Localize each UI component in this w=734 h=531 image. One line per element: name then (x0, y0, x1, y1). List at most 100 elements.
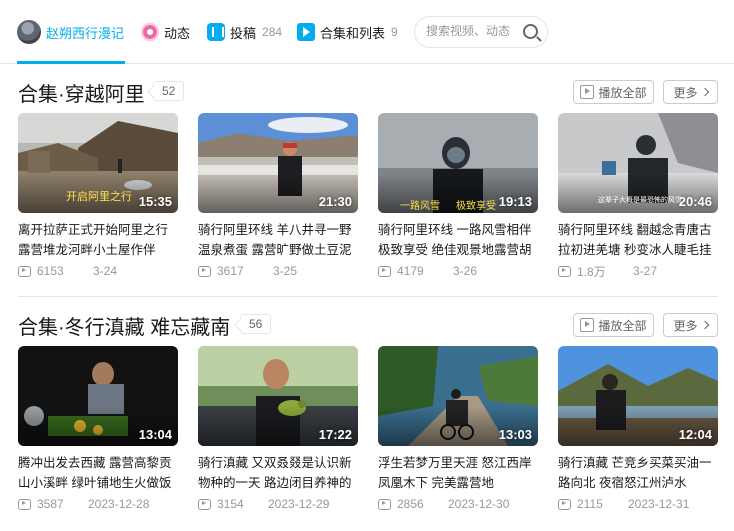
views-icon (378, 265, 391, 277)
video-meta: 3587 2023-12-28 (18, 496, 178, 512)
view-count: 2115 (577, 497, 603, 511)
video-duration: 15:35 (138, 194, 172, 209)
video-title[interactable]: 骑行滇藏 又双叒叕是认识新物种的一天 路边闭目养神的小鸟 (198, 453, 358, 493)
chevron-right-icon (700, 87, 709, 97)
section-count-badge: 52 (153, 81, 185, 101)
play-all-label: 播放全部 (598, 318, 647, 333)
nav-active-indicator (17, 61, 125, 64)
video-duration: 12:04 (678, 427, 712, 442)
nav-collections-count: 9 (391, 25, 398, 39)
view-count: 3587 (37, 497, 64, 511)
views-icon (198, 265, 211, 277)
video-meta: 3154 2023-12-29 (198, 496, 358, 512)
video-meta: 3617 3-25 (198, 263, 358, 279)
video-meta: 4179 3-26 (378, 263, 538, 279)
more-label: 更多 (673, 85, 698, 100)
view-count: 6153 (37, 264, 64, 278)
video-duration: 17:22 (318, 427, 352, 442)
video-title[interactable]: 腾冲出发去西藏 露营高黎贡山小溪畔 绿叶铺地生火做饭 (18, 453, 178, 493)
nav-collections[interactable]: 合集和列表 9 (297, 19, 398, 45)
video-card[interactable]: 开启阿里之行 15:35 离开拉萨正式开始阿里之行 露营堆龙河畔小土屋作伴 61… (18, 113, 178, 279)
dynamic-icon (141, 23, 159, 41)
video-card[interactable]: 13:03 浮生若梦万里天涯 怒江西岸凤凰木下 完美露营地 2856 2023-… (378, 346, 538, 512)
video-duration: 21:30 (318, 194, 352, 209)
views-icon (18, 265, 31, 277)
views-icon (18, 498, 31, 510)
section-title[interactable]: 合集·穿越阿里 (18, 78, 145, 107)
video-duration: 19:13 (498, 194, 532, 209)
video-meta: 2856 2023-12-30 (378, 496, 538, 512)
publish-date: 2023-12-31 (628, 497, 690, 511)
video-thumbnail[interactable]: 这辈子大概是最恐怖的风雪 20:46 (558, 113, 718, 213)
nav-dynamic[interactable]: 动态 (141, 19, 190, 45)
video-thumbnail[interactable]: 17:22 (198, 346, 358, 446)
video-duration: 13:04 (138, 427, 172, 442)
search-input[interactable] (426, 24, 526, 38)
thumbnail-overlay-text: 一路风雪 (400, 201, 440, 212)
nav-post-count: 284 (262, 25, 283, 39)
video-card[interactable]: 17:22 骑行滇藏 又双叒叕是认识新物种的一天 路边闭目养神的小鸟 3154 … (198, 346, 358, 512)
video-thumbnail[interactable]: 12:04 (558, 346, 718, 446)
video-meta: 2115 2023-12-31 (558, 496, 718, 512)
video-title[interactable]: 骑行阿里环线 翻越念青唐古拉初进羌塘 秒变冰人睫毛挂冰 (558, 220, 718, 260)
view-count: 4179 (397, 264, 424, 278)
search-box (414, 16, 548, 48)
top-nav: 赵朔西行漫记 动态 投稿 284 合集和列表 9 (0, 0, 734, 64)
collections-icon (297, 23, 315, 41)
video-title[interactable]: 骑行阿里环线 羊八井寻一野温泉煮蛋 露营旷野做土豆泥拌饭 (198, 220, 358, 260)
chevron-right-icon (700, 320, 709, 330)
avatar[interactable] (17, 20, 41, 44)
more-button[interactable]: 更多 (663, 80, 718, 104)
publish-date: 3-26 (453, 264, 478, 278)
play-icon (580, 318, 595, 332)
publish-date: 2023-12-30 (448, 497, 510, 511)
play-all-label: 播放全部 (598, 85, 647, 100)
more-button[interactable]: 更多 (663, 313, 718, 337)
more-label: 更多 (673, 318, 698, 333)
video-card[interactable]: 一路风雪 极致享受 19:13 骑行阿里环线 一路风雪相伴极致享受 绝佳观景地露… (378, 113, 538, 279)
nav-post-label: 投稿 (230, 25, 257, 41)
nav-post[interactable]: 投稿 284 (207, 19, 282, 45)
views-icon (378, 498, 391, 510)
video-thumbnail[interactable]: 开启阿里之行 15:35 (18, 113, 178, 213)
publish-date: 3-27 (633, 264, 658, 278)
nav-home-label: 赵朔西行漫记 (46, 25, 125, 41)
views-icon (198, 498, 211, 510)
thumbnail-overlay-text: 这辈子大概是最恐怖的风雪 (598, 197, 682, 204)
video-thumbnail[interactable]: 21:30 (198, 113, 358, 213)
thumbnail-overlay-text: 极致享受 (456, 201, 496, 212)
video-thumbnail[interactable]: 一路风雪 极致享受 19:13 (378, 113, 538, 213)
nav-home[interactable]: 赵朔西行漫记 (17, 19, 124, 45)
video-card[interactable]: 12:04 骑行滇藏 芒竞乡买菜买油一路向北 夜宿怒江州泸水 2115 2023… (558, 346, 718, 512)
publish-date: 2023-12-29 (268, 497, 330, 511)
view-count: 3617 (217, 264, 244, 278)
thumbnail-overlay-text: 开启阿里之行 (66, 191, 132, 203)
section-count-badge: 56 (240, 314, 272, 334)
video-card[interactable]: 这辈子大概是最恐怖的风雪 20:46 骑行阿里环线 翻越念青唐古拉初进羌塘 秒变… (558, 113, 718, 279)
play-icon (580, 85, 595, 99)
views-icon (558, 498, 571, 510)
video-meta: 6153 3-24 (18, 263, 178, 279)
publish-date: 3-24 (93, 264, 118, 278)
publish-date: 2023-12-28 (88, 497, 150, 511)
video-title[interactable]: 骑行滇藏 芒竞乡买菜买油一路向北 夜宿怒江州泸水 (558, 453, 718, 493)
views-icon (558, 265, 571, 277)
section-title[interactable]: 合集·冬行滇藏 难忘藏南 (18, 311, 230, 340)
view-count: 1.8万 (577, 264, 606, 279)
video-thumbnail[interactable]: 13:03 (378, 346, 538, 446)
publish-date: 3-25 (273, 264, 298, 278)
video-duration: 20:46 (678, 194, 712, 209)
video-thumbnail[interactable]: 13:04 (18, 346, 178, 446)
video-title[interactable]: 浮生若梦万里天涯 怒江西岸凤凰木下 完美露营地 (378, 453, 538, 493)
video-duration: 13:03 (498, 427, 532, 442)
video-card[interactable]: 13:04 腾冲出发去西藏 露营高黎贡山小溪畔 绿叶铺地生火做饭 3587 20… (18, 346, 178, 512)
view-count: 3154 (217, 497, 244, 511)
video-title[interactable]: 骑行阿里环线 一路风雪相伴极致享受 绝佳观景地露营胡萝卜 (378, 220, 538, 260)
nav-dynamic-label: 动态 (164, 25, 191, 41)
video-card[interactable]: 21:30 骑行阿里环线 羊八井寻一野温泉煮蛋 露营旷野做土豆泥拌饭 3617 … (198, 113, 358, 279)
video-title[interactable]: 离开拉萨正式开始阿里之行 露营堆龙河畔小土屋作伴 (18, 220, 178, 260)
search-icon[interactable] (523, 24, 538, 39)
play-all-button[interactable]: 播放全部 (573, 80, 654, 104)
play-all-button[interactable]: 播放全部 (573, 313, 654, 337)
nav-collections-label: 合集和列表 (320, 25, 386, 41)
